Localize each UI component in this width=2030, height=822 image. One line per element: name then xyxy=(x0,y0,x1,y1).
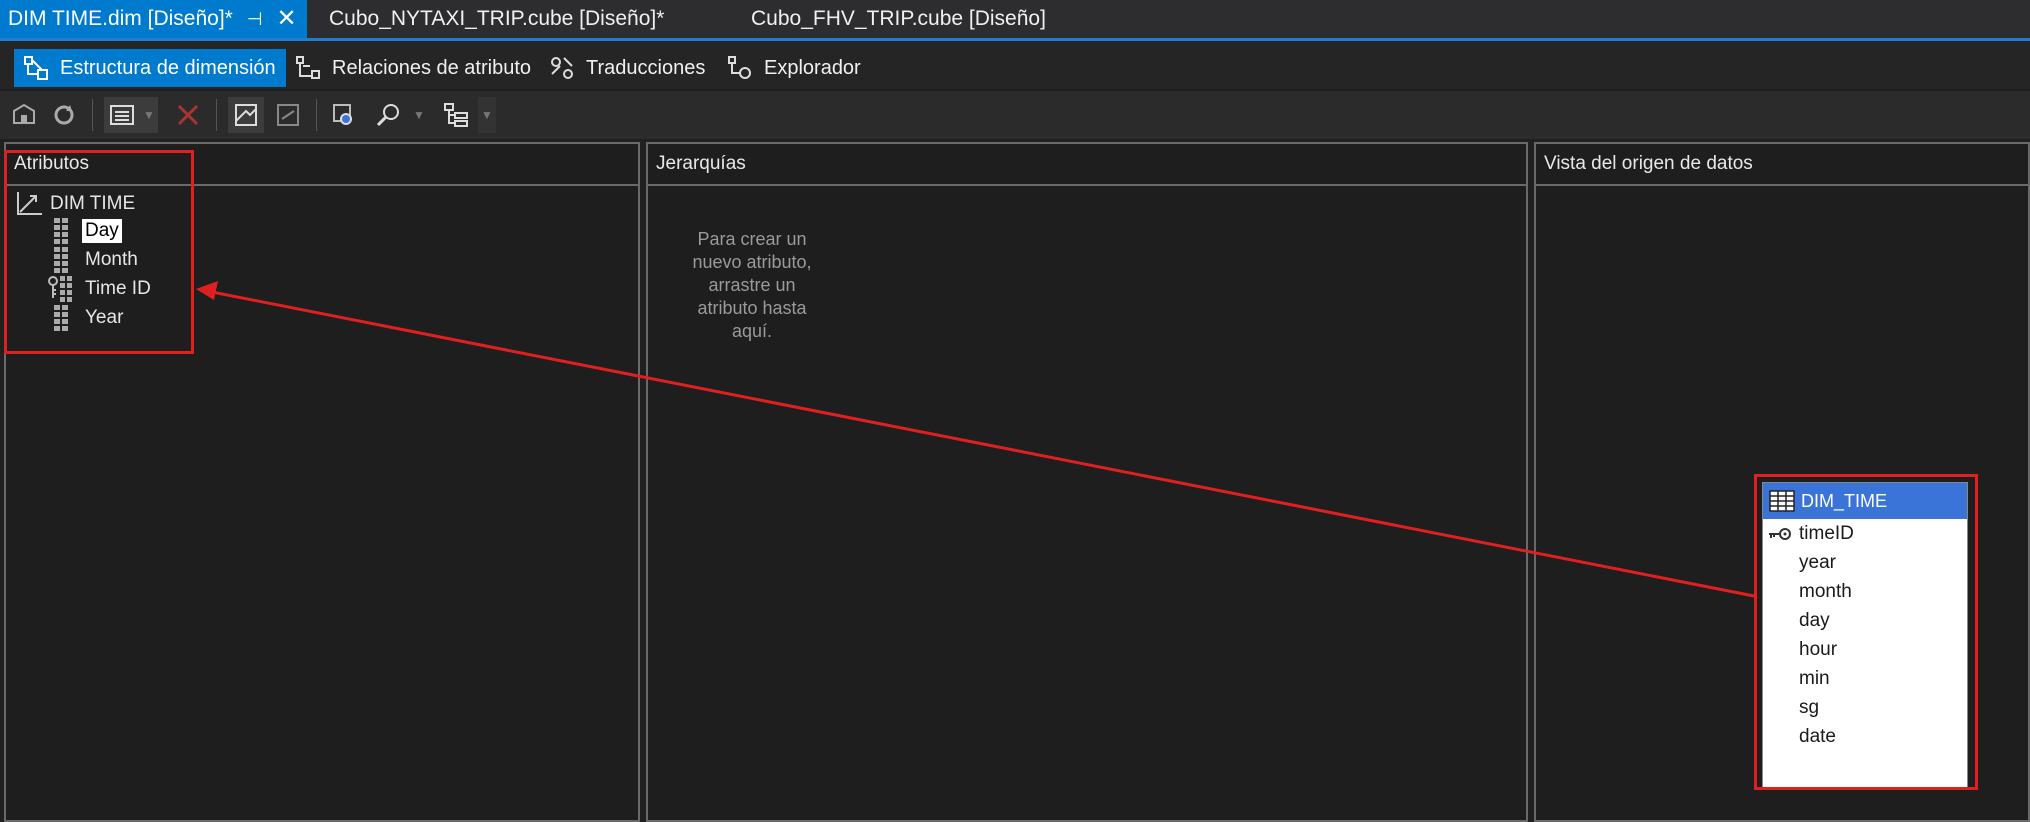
annotation-arrow xyxy=(196,281,1755,598)
